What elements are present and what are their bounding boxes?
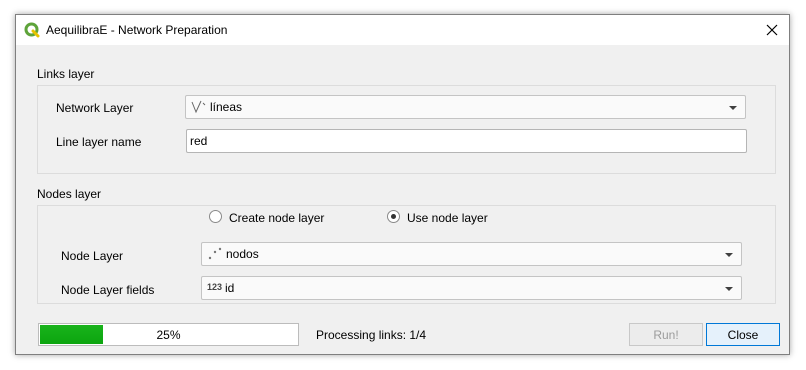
- use-node-layer-radio[interactable]: [387, 210, 400, 223]
- network-layer-combo[interactable]: líneas: [185, 95, 746, 119]
- node-layer-fields-label: Node Layer fields: [61, 283, 155, 297]
- progress-percent-text: 25%: [156, 328, 181, 342]
- status-text: Processing links: 1/4: [316, 328, 427, 342]
- integer-field-icon: 123: [207, 282, 223, 292]
- radio-selected-dot: [391, 214, 396, 219]
- title-bar[interactable]: AequilibraE - Network Preparation: [16, 15, 789, 45]
- node-layer-value: nodos: [226, 247, 259, 261]
- line-layer-name-input[interactable]: [186, 129, 747, 153]
- node-layer-combo[interactable]: nodos: [201, 242, 742, 266]
- chevron-down-icon: [729, 106, 737, 110]
- node-layer-fields-value: id: [225, 281, 235, 295]
- create-node-layer-radio[interactable]: [209, 210, 222, 223]
- progress-bar: 25%: [38, 323, 299, 346]
- nodes-layer-group: Create node layer Use node layer Node La…: [37, 205, 776, 304]
- node-layer-fields-combo[interactable]: 123 id: [201, 276, 742, 300]
- close-icon[interactable]: [755, 15, 789, 45]
- run-button[interactable]: Run!: [629, 323, 703, 346]
- links-layer-heading: Links layer: [37, 67, 95, 81]
- chevron-down-icon: [725, 253, 733, 257]
- qgis-logo-icon: [24, 22, 40, 38]
- network-layer-label: Network Layer: [56, 101, 134, 115]
- create-node-layer-label[interactable]: Create node layer: [229, 211, 324, 225]
- window-title: AequilibraE - Network Preparation: [46, 23, 228, 37]
- use-node-layer-label[interactable]: Use node layer: [407, 211, 488, 225]
- line-layer-name-label: Line layer name: [56, 135, 142, 149]
- network-preparation-dialog: AequilibraE - Network Preparation Links …: [15, 14, 790, 355]
- node-layer-label: Node Layer: [61, 249, 124, 263]
- network-layer-value: líneas: [210, 100, 243, 114]
- point-layer-icon: [207, 247, 225, 261]
- nodes-layer-heading: Nodes layer: [37, 187, 102, 201]
- chevron-down-icon: [725, 287, 733, 291]
- close-button[interactable]: Close: [706, 323, 780, 346]
- line-layer-icon: [191, 100, 209, 114]
- links-layer-group: Network Layer líneas Line layer name: [37, 85, 776, 174]
